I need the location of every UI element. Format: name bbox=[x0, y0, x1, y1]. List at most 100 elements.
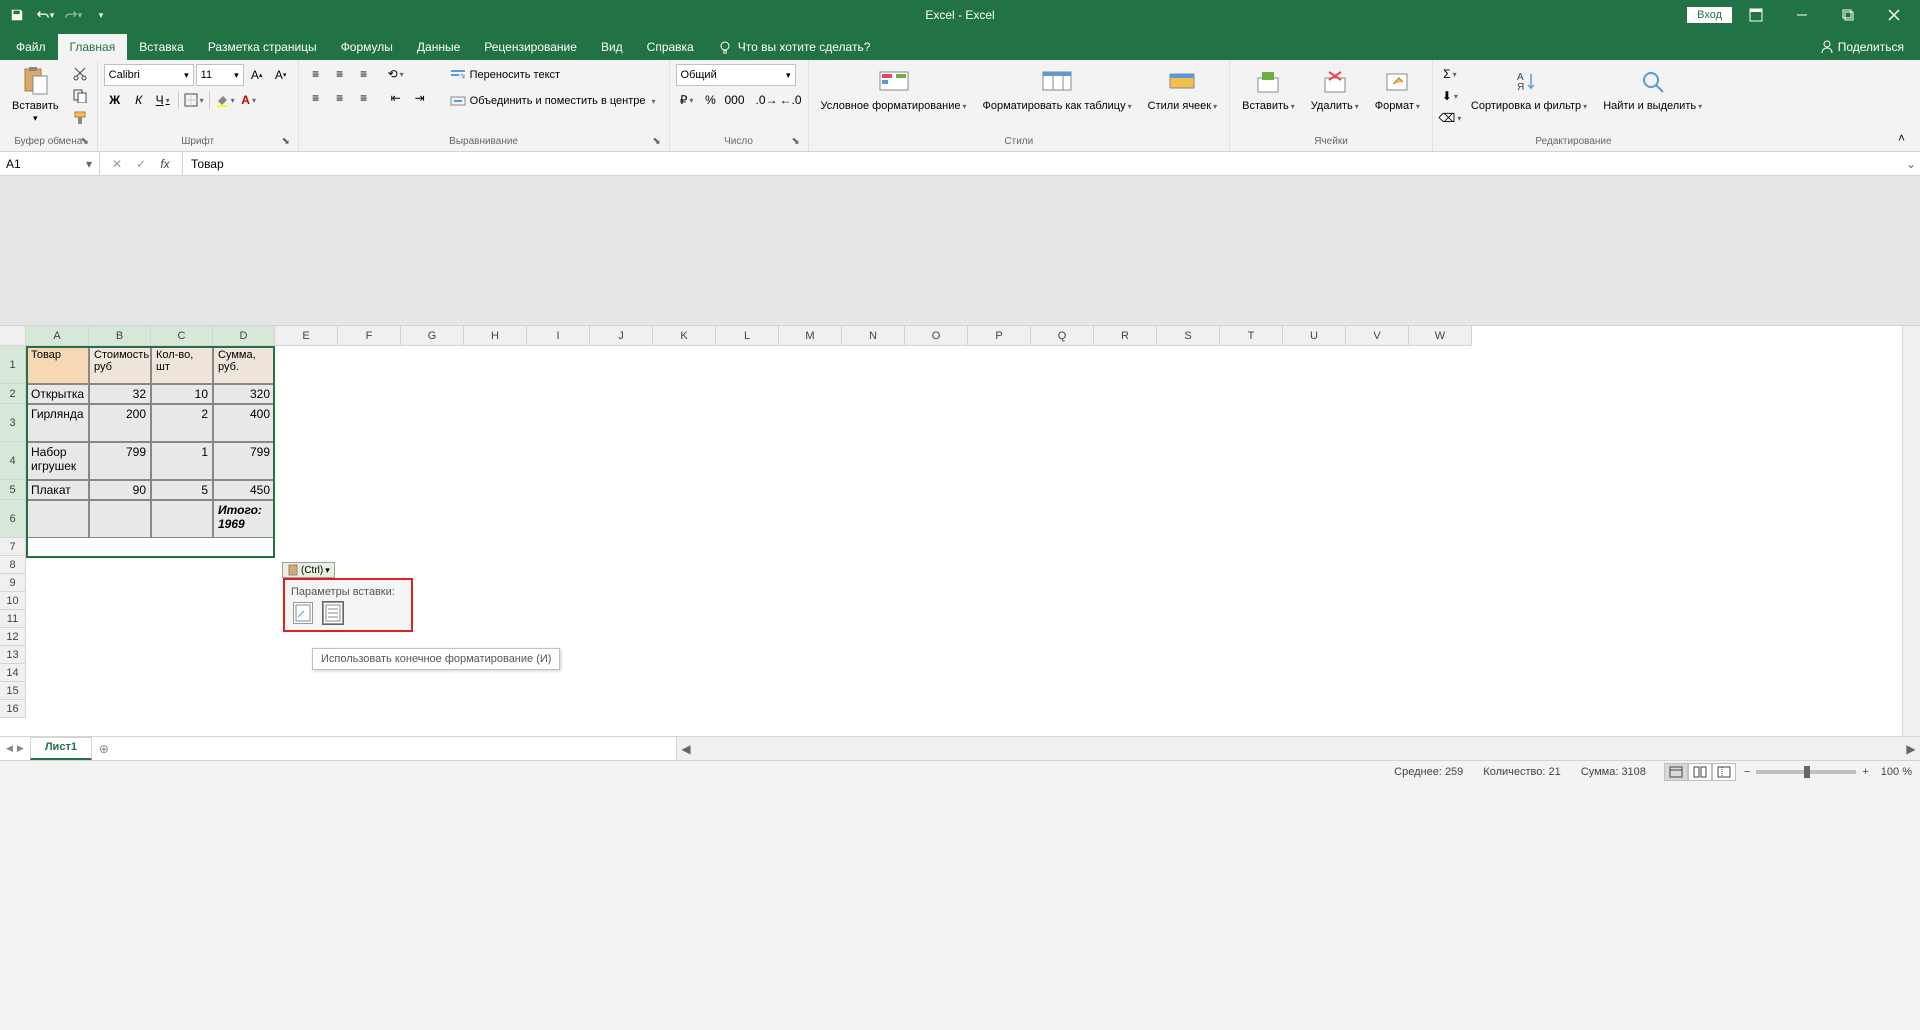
row-header[interactable]: 2 bbox=[0, 384, 26, 404]
tab-formulas[interactable]: Формулы bbox=[329, 34, 405, 60]
maximize-icon[interactable] bbox=[1826, 0, 1870, 30]
tab-file[interactable]: Файл bbox=[4, 34, 58, 60]
row-header[interactable]: 5 bbox=[0, 480, 26, 500]
add-sheet-icon[interactable]: ⊕ bbox=[92, 737, 116, 760]
scroll-right-icon[interactable]: ▶ bbox=[1902, 742, 1920, 756]
table-header-cell[interactable]: Кол-во, шт bbox=[151, 346, 213, 384]
tab-review[interactable]: Рецензирование bbox=[472, 34, 589, 60]
table-cell[interactable]: 2 bbox=[151, 404, 213, 442]
row-header[interactable]: 10 bbox=[0, 592, 26, 610]
share-button[interactable]: Поделиться bbox=[1808, 34, 1916, 60]
tab-home[interactable]: Главная bbox=[58, 34, 128, 60]
border-icon[interactable]: ▾ bbox=[183, 90, 205, 110]
column-header[interactable]: O bbox=[905, 326, 968, 346]
column-header[interactable]: C bbox=[151, 326, 213, 346]
undo-icon[interactable]: ▾ bbox=[32, 2, 58, 28]
row-header[interactable]: 3 bbox=[0, 404, 26, 442]
tab-insert[interactable]: Вставка bbox=[127, 34, 196, 60]
column-header[interactable]: S bbox=[1157, 326, 1220, 346]
scroll-left-icon[interactable]: ◀ bbox=[677, 742, 695, 756]
view-page-layout-icon[interactable] bbox=[1688, 763, 1712, 781]
expand-formula-bar-icon[interactable]: ⌄ bbox=[1902, 152, 1920, 175]
find-select-button[interactable]: Найти и выделить▾ bbox=[1597, 64, 1708, 114]
table-cell[interactable]: 10 bbox=[151, 384, 213, 404]
login-button[interactable]: Вход bbox=[1687, 7, 1732, 23]
table-header-cell[interactable]: Сумма, руб. bbox=[213, 346, 275, 384]
zoom-level[interactable]: 100 % bbox=[1881, 766, 1912, 778]
sort-filter-button[interactable]: AЯ Сортировка и фильтр▾ bbox=[1465, 64, 1593, 114]
font-color-icon[interactable]: A▾ bbox=[238, 90, 260, 110]
copy-icon[interactable] bbox=[69, 86, 91, 106]
conditional-formatting-button[interactable]: Условное форматирование▾ bbox=[815, 64, 973, 114]
table-header-cell[interactable]: Товар bbox=[26, 346, 89, 384]
cancel-formula-icon[interactable]: ✕ bbox=[108, 155, 126, 173]
increase-indent-icon[interactable]: ⇥ bbox=[409, 88, 431, 108]
table-cell[interactable]: Набор игрушек bbox=[26, 442, 89, 480]
shrink-font-icon[interactable]: A▾ bbox=[270, 65, 292, 85]
row-header[interactable]: 11 bbox=[0, 610, 26, 628]
table-header-cell[interactable]: Стоимость, руб bbox=[89, 346, 151, 384]
cells-area[interactable]: ТоварСтоимость, рубКол-во, штСумма, руб.… bbox=[26, 346, 1902, 736]
table-cell[interactable]: 90 bbox=[89, 480, 151, 500]
table-cell[interactable] bbox=[26, 500, 89, 538]
column-header[interactable]: T bbox=[1220, 326, 1283, 346]
column-header[interactable]: G bbox=[401, 326, 464, 346]
insert-cells-button[interactable]: Вставить▾ bbox=[1236, 64, 1301, 114]
number-format-combo[interactable]: Общий▾ bbox=[676, 64, 796, 86]
clear-icon[interactable]: ⌫▾ bbox=[1439, 108, 1461, 128]
cut-icon[interactable] bbox=[69, 64, 91, 84]
grid[interactable]: ABCDEFGHIJKLMNOPQRSTUVW 1234567891011121… bbox=[0, 326, 1920, 736]
column-header[interactable]: K bbox=[653, 326, 716, 346]
ribbon-display-options-icon[interactable] bbox=[1734, 0, 1778, 30]
column-header[interactable]: A bbox=[26, 326, 89, 346]
column-header[interactable]: F bbox=[338, 326, 401, 346]
column-header[interactable]: E bbox=[275, 326, 338, 346]
fill-icon[interactable]: ⬇▾ bbox=[1439, 86, 1461, 106]
tell-me[interactable]: Что вы хотите сделать? bbox=[706, 34, 883, 60]
fx-icon[interactable]: fx bbox=[156, 155, 174, 173]
table-cell[interactable]: 450 bbox=[213, 480, 275, 500]
redo-icon[interactable]: ▾ bbox=[60, 2, 86, 28]
column-header[interactable]: I bbox=[527, 326, 590, 346]
vertical-scrollbar[interactable] bbox=[1902, 326, 1920, 736]
align-center-icon[interactable]: ≡ bbox=[329, 88, 351, 108]
save-icon[interactable] bbox=[4, 2, 30, 28]
sheet-nav-next-icon[interactable]: ▶ bbox=[17, 743, 24, 754]
select-all-corner[interactable] bbox=[0, 326, 26, 346]
table-cell[interactable]: 799 bbox=[89, 442, 151, 480]
percent-icon[interactable]: % bbox=[700, 90, 722, 110]
paste-button[interactable]: Вставить▾ bbox=[6, 64, 65, 126]
zoom-out-icon[interactable]: − bbox=[1744, 766, 1750, 778]
row-header[interactable]: 7 bbox=[0, 538, 26, 556]
sheet-tab[interactable]: Лист1 bbox=[30, 737, 92, 760]
name-box[interactable]: ▾ bbox=[0, 152, 100, 175]
dialog-launcher-icon[interactable]: ⬊ bbox=[79, 136, 91, 148]
font-family-combo[interactable]: Calibri▾ bbox=[104, 64, 194, 86]
autosum-icon[interactable]: Σ▾ bbox=[1439, 64, 1461, 84]
column-header[interactable]: R bbox=[1094, 326, 1157, 346]
tab-page-layout[interactable]: Разметка страницы bbox=[196, 34, 329, 60]
font-size-combo[interactable]: 11▾ bbox=[196, 64, 244, 86]
accounting-format-icon[interactable]: ₽▾ bbox=[676, 90, 698, 110]
zoom-in-icon[interactable]: + bbox=[1862, 766, 1868, 778]
dialog-launcher-icon[interactable]: ⬊ bbox=[280, 136, 292, 148]
view-page-break-icon[interactable] bbox=[1712, 763, 1736, 781]
align-right-icon[interactable]: ≡ bbox=[353, 88, 375, 108]
enter-formula-icon[interactable]: ✓ bbox=[132, 155, 150, 173]
minimize-icon[interactable] bbox=[1780, 0, 1824, 30]
underline-button[interactable]: Ч▾ bbox=[152, 90, 174, 110]
column-header[interactable]: J bbox=[590, 326, 653, 346]
italic-button[interactable]: К bbox=[128, 90, 150, 110]
decrease-indent-icon[interactable]: ⇤ bbox=[385, 88, 407, 108]
row-header[interactable]: 8 bbox=[0, 556, 26, 574]
row-header[interactable]: 1 bbox=[0, 346, 26, 384]
tab-help[interactable]: Справка bbox=[635, 34, 706, 60]
paste-option-match-destination-icon[interactable] bbox=[323, 602, 343, 624]
format-as-table-button[interactable]: Форматировать как таблицу▾ bbox=[976, 64, 1137, 114]
table-cell[interactable]: 400 bbox=[213, 404, 275, 442]
row-header[interactable]: 4 bbox=[0, 442, 26, 480]
table-cell[interactable]: 32 bbox=[89, 384, 151, 404]
table-cell[interactable] bbox=[151, 500, 213, 538]
dialog-launcher-icon[interactable]: ⬊ bbox=[790, 136, 802, 148]
column-header[interactable]: D bbox=[213, 326, 275, 346]
